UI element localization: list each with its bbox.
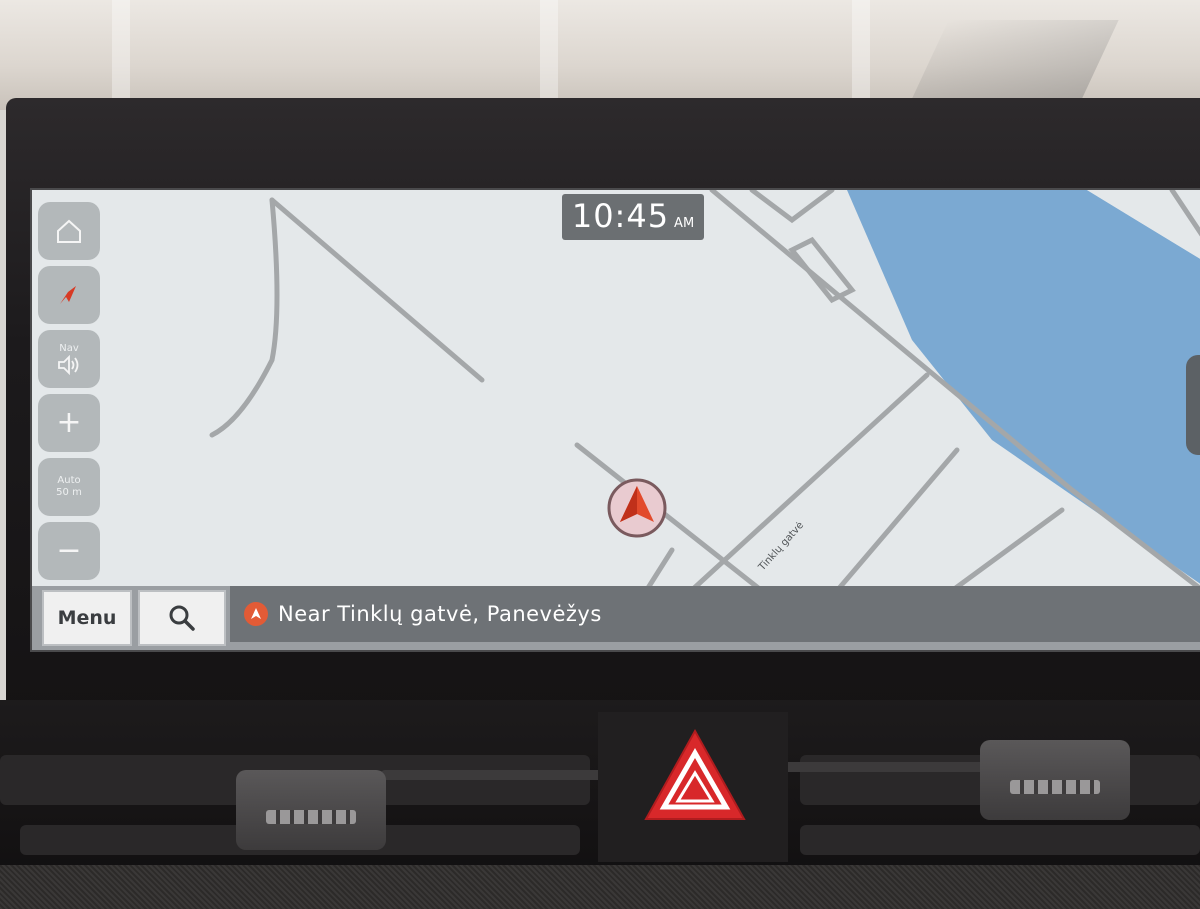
clock-time: 10:45 (571, 197, 670, 235)
nav-volume-label: Nav (59, 343, 79, 354)
location-compass-icon (244, 602, 268, 626)
navigation-map[interactable]: Tinklų gatvė (32, 190, 1200, 650)
dashboard-trim (0, 865, 1200, 909)
map-canvas: Tinklų gatvė (209, 190, 1200, 650)
zoom-in-button[interactable]: + (38, 394, 100, 452)
zoom-out-button[interactable]: − (38, 522, 100, 580)
plus-icon: + (56, 405, 82, 440)
home-button[interactable] (38, 202, 100, 260)
clock-ampm: AM (674, 216, 695, 231)
background-wall (0, 0, 1200, 110)
map-scale-button[interactable]: Auto 50 m (38, 458, 100, 516)
compass-button[interactable] (38, 266, 100, 324)
menu-button[interactable]: Menu (42, 590, 132, 646)
vehicle-position-marker (607, 478, 667, 538)
home-icon (57, 219, 81, 243)
street-label: Tinklų gatvė (756, 520, 806, 574)
nav-volume-button[interactable]: Nav (38, 330, 100, 388)
search-button[interactable] (138, 590, 226, 646)
map-scale-mode: Auto (57, 475, 81, 486)
hazard-warning-button[interactable] (640, 725, 750, 825)
river-water (847, 190, 1200, 584)
current-location-bar[interactable]: Near Tinklų gatvė, Panevėžys (230, 586, 1200, 642)
compass-icon (60, 286, 76, 304)
car-dashboard-scene: Tinklų gatvė 10:45 AM Nav + Auto 50 m − … (0, 0, 1200, 909)
current-location-text: Near Tinklų gatvė, Panevėžys (278, 602, 602, 626)
clock-display: 10:45 AM (562, 194, 704, 240)
right-vent-control[interactable] (980, 740, 1130, 820)
infotainment-screen: Tinklų gatvė 10:45 AM Nav + Auto 50 m − … (30, 188, 1200, 652)
search-icon (169, 605, 195, 631)
minus-icon: − (56, 533, 82, 568)
side-panel-tab[interactable] (1186, 355, 1200, 455)
left-vent-control[interactable] (236, 770, 386, 850)
speaker-icon (58, 355, 79, 375)
map-scale-value: 50 m (56, 487, 82, 498)
